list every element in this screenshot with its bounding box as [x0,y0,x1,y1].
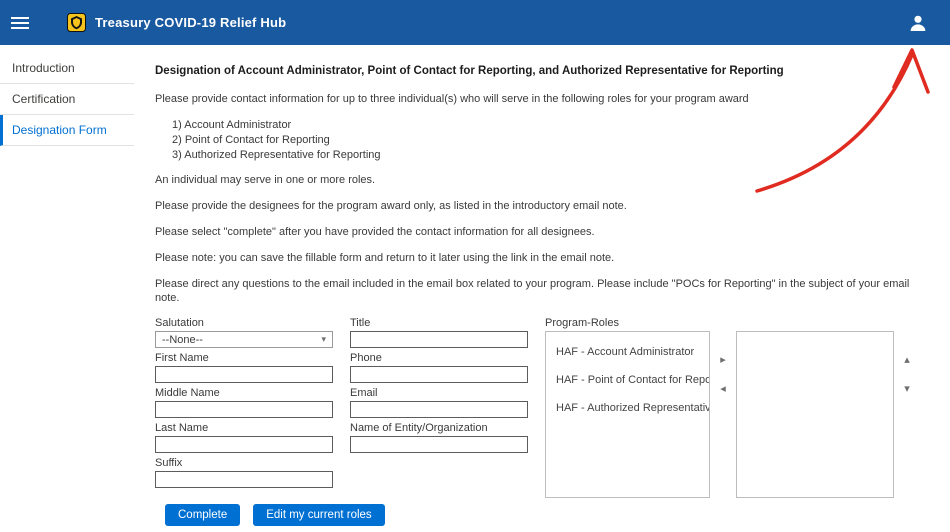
phone-input[interactable] [350,366,528,383]
roles-list-item: 2) Point of Contact for Reporting [172,133,936,148]
title-label: Title [350,317,528,329]
program-role-option[interactable]: HAF - Point of Contact for Reporting [546,366,709,394]
move-up-icon[interactable]: ▴ [904,355,910,365]
program-roles-selected-listbox[interactable] [736,331,894,498]
roles-list-item: 1) Account Administrator [172,118,936,133]
move-left-icon[interactable]: ◂ [720,384,726,394]
move-down-icon[interactable]: ▾ [904,384,910,394]
program-role-option[interactable]: HAF - Account Administrator [546,338,709,366]
title-input[interactable] [350,331,528,348]
form-column-left: Salutation --None-- ▾ First Name Middle … [155,317,333,492]
middle-name-label: Middle Name [155,387,333,399]
last-name-label: Last Name [155,422,333,434]
sidebar-item-introduction[interactable]: Introduction [0,53,134,84]
first-name-input[interactable] [155,366,333,383]
treasury-logo-icon [67,13,86,32]
roles-list: 1) Account Administrator 2) Point of Con… [172,118,936,163]
phone-label: Phone [350,352,528,364]
roles-list-item: 3) Authorized Representative for Reporti… [172,148,936,163]
sidebar-item-certification[interactable]: Certification [0,84,134,115]
program-roles-picker: Program-Roles HAF - Account Administrato… [545,317,920,498]
program-roles-available-listbox[interactable]: HAF - Account Administrator HAF - Point … [545,331,710,498]
app-window: Treasury COVID-19 Relief Hub Introductio… [0,0,950,532]
edit-roles-button[interactable]: Edit my current roles [253,504,384,526]
user-avatar-icon[interactable] [908,13,928,33]
reorder-arrows: ▴ ▾ [894,331,920,394]
program-roles-label: Program-Roles [545,317,920,329]
last-name-input[interactable] [155,436,333,453]
instruction-text: Please note: you can save the fillable f… [155,251,936,265]
salutation-select[interactable]: --None-- ▾ [155,331,333,348]
move-arrows: ▸ ◂ [710,331,736,394]
form-actions: Complete Edit my current roles [165,504,936,526]
email-input[interactable] [350,401,528,418]
program-role-option[interactable]: HAF - Authorized Representative fo... [546,394,709,422]
main-content: Designation of Account Administrator, Po… [134,45,950,532]
entity-input[interactable] [350,436,528,453]
salutation-value: --None-- [162,334,203,346]
complete-button[interactable]: Complete [165,504,240,526]
app-header: Treasury COVID-19 Relief Hub [0,0,950,45]
form-column-middle: Title Phone Email Name of Entity/Organiz… [350,317,528,457]
instruction-text: Please select "complete" after you have … [155,225,936,239]
sidebar-nav: Introduction Certification Designation F… [0,45,134,532]
instruction-text: An individual may serve in one or more r… [155,173,936,187]
designation-form: Salutation --None-- ▾ First Name Middle … [155,317,936,498]
middle-name-input[interactable] [155,401,333,418]
hamburger-menu-icon[interactable] [11,14,31,32]
email-label: Email [350,387,528,399]
page-title: Designation of Account Administrator, Po… [155,65,936,78]
instruction-text: Please direct any questions to the email… [155,277,936,305]
sidebar-item-designation-form[interactable]: Designation Form [0,115,134,146]
intro-text: Please provide contact information for u… [155,92,936,106]
suffix-input[interactable] [155,471,333,488]
app-title: Treasury COVID-19 Relief Hub [95,15,286,30]
salutation-label: Salutation [155,317,333,329]
suffix-label: Suffix [155,457,333,469]
chevron-down-icon: ▾ [321,334,326,345]
first-name-label: First Name [155,352,333,364]
entity-label: Name of Entity/Organization [350,422,528,434]
instruction-text: Please provide the designees for the pro… [155,199,936,213]
move-right-icon[interactable]: ▸ [720,355,726,365]
